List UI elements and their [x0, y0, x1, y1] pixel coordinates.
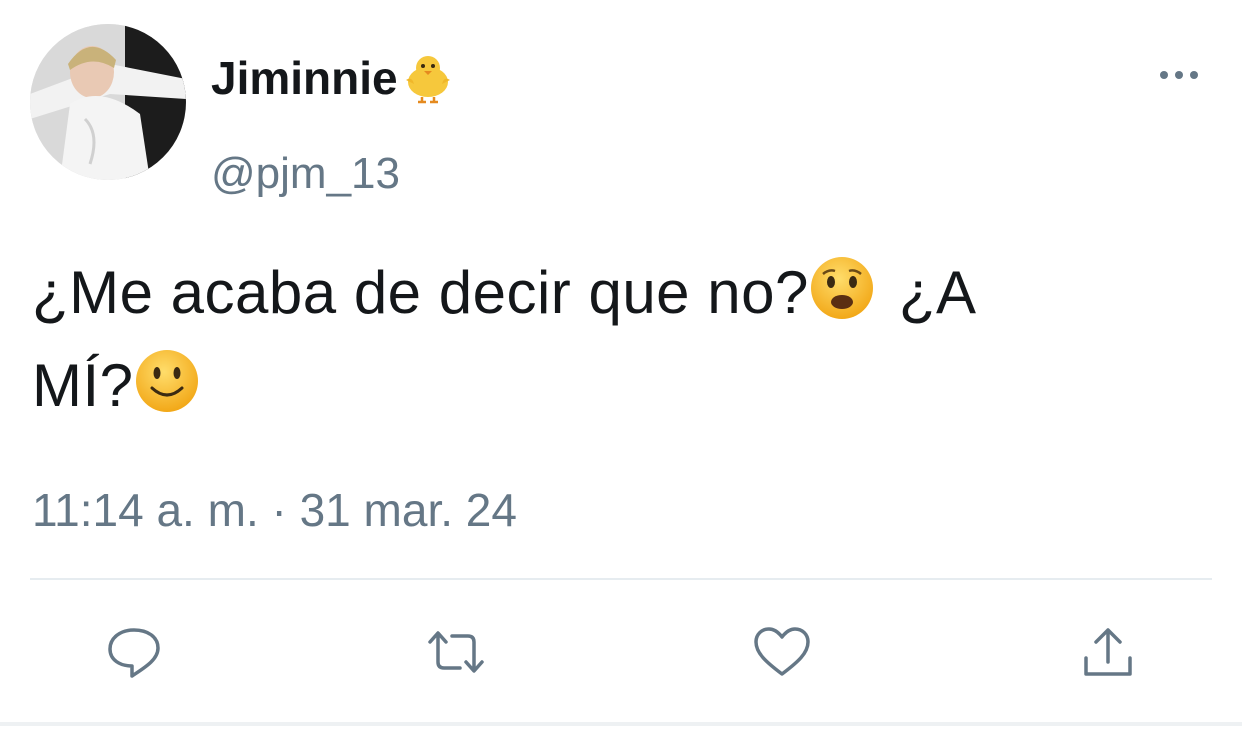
avatar[interactable]	[30, 24, 186, 180]
share-icon[interactable]	[1078, 622, 1138, 682]
more-options-icon[interactable]	[1156, 58, 1202, 92]
tweet-text-line1: ¿Me acaba de decir que no?	[32, 259, 809, 326]
author-handle[interactable]: @pjm_13	[211, 146, 400, 202]
tweet-timestamp[interactable]: 11:14 a. m. · 31 mar. 24	[32, 480, 517, 540]
divider	[30, 578, 1212, 580]
retweet-icon[interactable]	[426, 622, 486, 682]
avatar-image	[30, 24, 186, 180]
reply-icon[interactable]	[104, 622, 164, 682]
frowning-face-icon	[809, 255, 875, 343]
tweet-text-line2: MÍ?	[32, 352, 134, 419]
tweet-text-line1-tail: ¿A	[898, 259, 977, 326]
baby-chick-icon	[400, 48, 456, 118]
slightly-smiling-face-icon	[134, 348, 200, 436]
tweet-text: ¿Me acaba de decir que no? ¿A MÍ?	[32, 250, 1212, 436]
like-icon[interactable]	[752, 622, 812, 682]
display-name[interactable]: Jiminnie	[211, 48, 456, 118]
bottom-divider	[0, 722, 1242, 726]
display-name-text: Jiminnie	[211, 52, 398, 104]
